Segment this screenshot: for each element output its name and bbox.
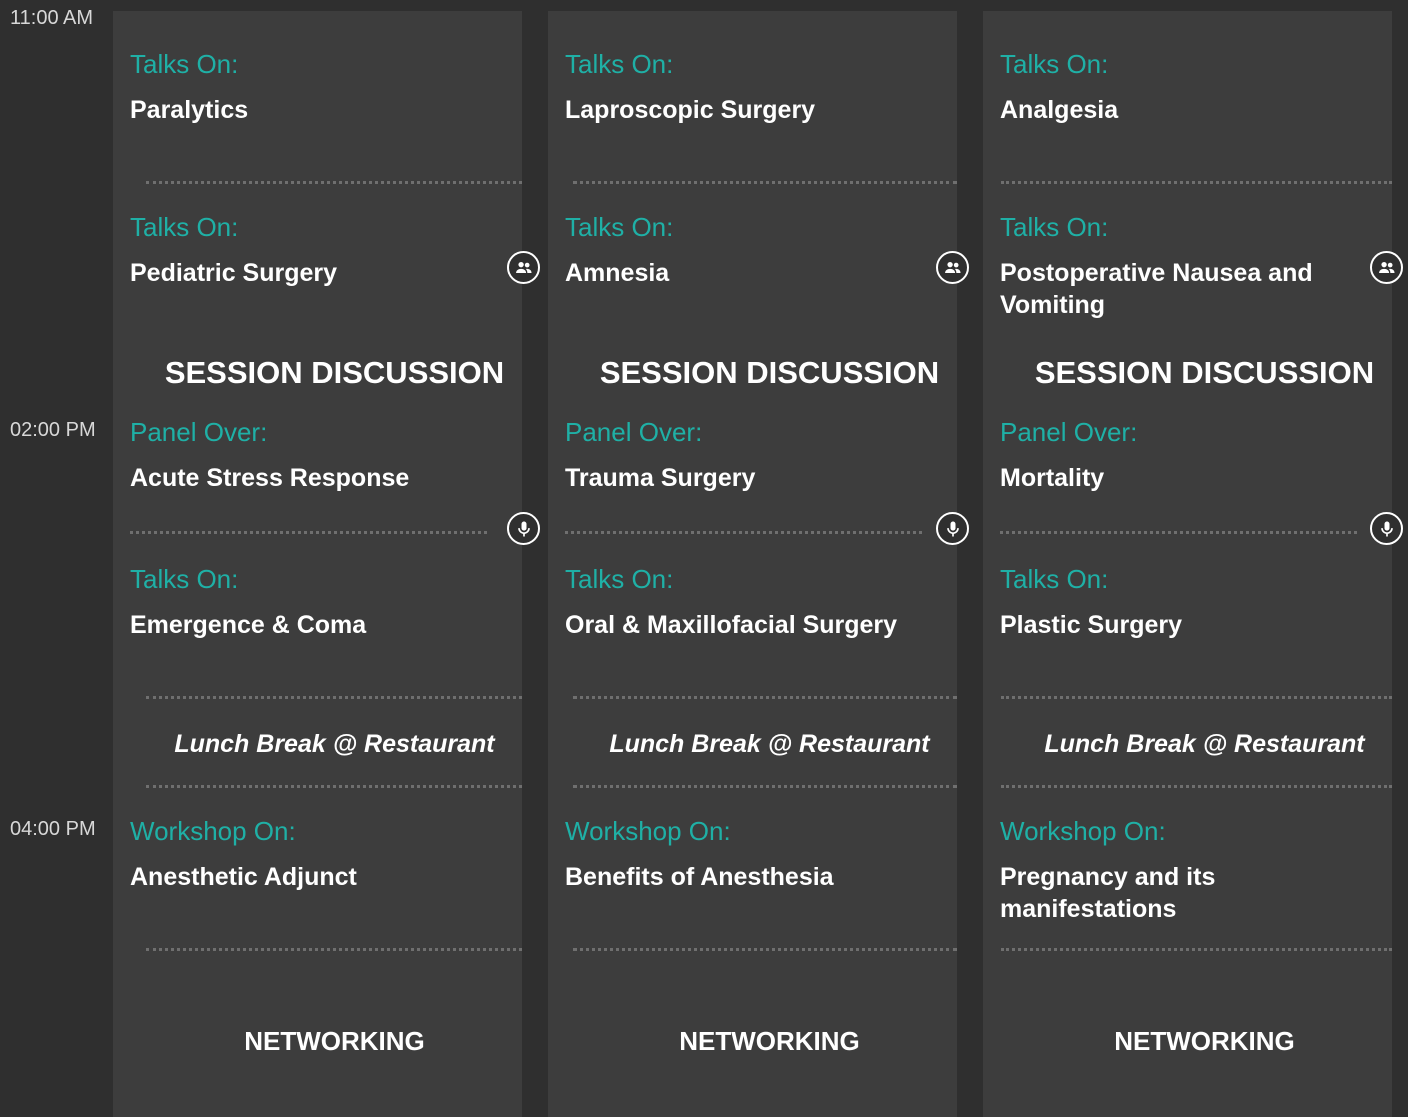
talk-title[interactable]: Plastic Surgery [1000, 609, 1380, 641]
talks-label: Talks On: [565, 212, 674, 242]
session-discussion-heading: SESSION DISCUSSION [599, 355, 940, 390]
talk-title[interactable]: Postoperative Nausea and Vomiting [1000, 257, 1350, 321]
divider [1001, 181, 1392, 184]
divider [146, 181, 522, 184]
talks-label: Talks On: [1000, 49, 1109, 79]
microphone-icon[interactable] [1370, 512, 1403, 545]
session-discussion-heading: SESSION DISCUSSION [1034, 355, 1375, 390]
time-label: 04:00 PM [10, 818, 96, 840]
people-icon[interactable] [936, 251, 969, 284]
panel-label: Panel Over: [565, 417, 703, 447]
people-icon[interactable] [507, 251, 540, 284]
divider [130, 531, 487, 534]
panel-title[interactable]: Acute Stress Response [130, 462, 510, 494]
divider [146, 785, 522, 788]
talk-title[interactable]: Pediatric Surgery [130, 257, 510, 289]
divider [146, 696, 522, 699]
panel-title[interactable]: Trauma Surgery [565, 462, 945, 494]
workshop-title[interactable]: Benefits of Anesthesia [565, 861, 945, 893]
microphone-icon[interactable] [936, 512, 969, 545]
divider [565, 531, 922, 534]
divider [573, 785, 957, 788]
time-label: 11:00 AM [10, 7, 94, 29]
time-label: 02:00 PM [10, 419, 96, 441]
divider [146, 948, 522, 951]
divider [1001, 948, 1392, 951]
talk-title[interactable]: Amnesia [565, 257, 945, 289]
panel-title[interactable]: Mortality [1000, 462, 1380, 494]
networking-label: NETWORKING [1114, 1026, 1295, 1056]
talk-title[interactable]: Paralytics [130, 94, 510, 126]
divider [1000, 531, 1357, 534]
networking-label: NETWORKING [244, 1026, 425, 1056]
workshop-label: Workshop On: [1000, 816, 1166, 846]
divider [573, 948, 957, 951]
talks-label: Talks On: [130, 49, 239, 79]
talks-label: Talks On: [565, 564, 674, 594]
lunch-break-label: Lunch Break @ Restaurant [609, 730, 930, 758]
talks-label: Talks On: [1000, 212, 1109, 242]
schedule-column: Talks On: Laproscopic Surgery Talks On: … [548, 11, 969, 1117]
talks-label: Talks On: [130, 212, 239, 242]
talk-title[interactable]: Analgesia [1000, 94, 1380, 126]
talk-title[interactable]: Emergence & Coma [130, 609, 510, 641]
divider [573, 696, 957, 699]
networking-label: NETWORKING [679, 1026, 860, 1056]
session-discussion-heading: SESSION DISCUSSION [164, 355, 505, 390]
talk-title[interactable]: Oral & Maxillofacial Surgery [565, 609, 945, 641]
panel-label: Panel Over: [130, 417, 268, 447]
divider [1001, 696, 1392, 699]
workshop-label: Workshop On: [130, 816, 296, 846]
panel-label: Panel Over: [1000, 417, 1138, 447]
divider [1001, 785, 1392, 788]
talks-label: Talks On: [1000, 564, 1109, 594]
lunch-break-label: Lunch Break @ Restaurant [174, 730, 495, 758]
talks-label: Talks On: [130, 564, 239, 594]
workshop-title[interactable]: Anesthetic Adjunct [130, 861, 510, 893]
divider [573, 181, 957, 184]
people-icon[interactable] [1370, 251, 1403, 284]
lunch-break-label: Lunch Break @ Restaurant [1044, 730, 1365, 758]
workshop-title[interactable]: Pregnancy and its manifestations [1000, 861, 1300, 925]
schedule-column: Talks On: Paralytics Talks On: Pediatric… [113, 11, 540, 1117]
microphone-icon[interactable] [507, 512, 540, 545]
schedule-column: Talks On: Analgesia Talks On: Postoperat… [983, 11, 1403, 1117]
workshop-label: Workshop On: [565, 816, 731, 846]
talk-title[interactable]: Laproscopic Surgery [565, 94, 945, 126]
talks-label: Talks On: [565, 49, 674, 79]
